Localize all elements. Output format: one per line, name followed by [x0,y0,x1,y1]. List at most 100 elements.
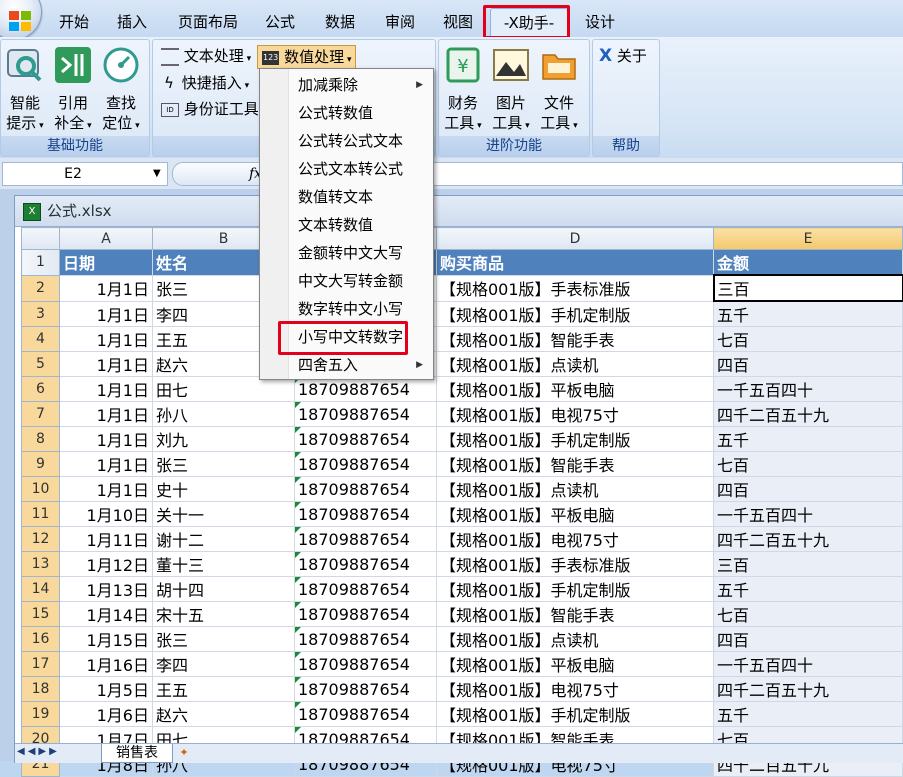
row-header[interactable]: 2 [21,274,60,302]
cell-a[interactable]: 1月1日 [59,426,153,452]
cell-a[interactable]: 1月1日 [59,274,153,302]
name-box[interactable]: E2 ▼ [2,162,168,186]
cell-b[interactable]: 关十一 [152,501,295,527]
cell-d[interactable]: 【规格001版】平板电脑 [436,651,714,677]
tab-insert[interactable]: 插入 [110,8,154,36]
cell-c[interactable]: 18709887654 [294,676,437,702]
row-header[interactable]: 5 [21,351,60,377]
header-cell-a[interactable]: 日期 [59,249,153,276]
menu-item-text-to-formula[interactable]: 公式文本转公式 [298,156,403,182]
cell-a[interactable]: 1月14日 [59,601,153,627]
cell-e[interactable]: 四百 [713,476,903,502]
quick-insert-button[interactable]: ϟ 快捷插入 ▾ [161,72,249,94]
cell-d[interactable]: 【规格001版】智能手表 [436,326,714,352]
column-header-e[interactable]: E [713,227,903,250]
cell-c[interactable]: 18709887654 [294,701,437,727]
cell-c[interactable]: 18709887654 [294,526,437,552]
cell-c[interactable]: 18709887654 [294,426,437,452]
cell-e[interactable]: 五千 [713,576,903,602]
cell-d[interactable]: 【规格001版】手表标准版 [436,274,714,302]
cell-d[interactable]: 【规格001版】手机定制版 [436,701,714,727]
menu-item-chinese-upper-to-amount[interactable]: 中文大写转金额 [298,268,403,294]
cell-a[interactable]: 1月10日 [59,501,153,527]
find-locate-button[interactable]: 查找 定位 ▾ [99,46,143,136]
row-header[interactable]: 6 [21,376,60,402]
tab-design[interactable]: 设计 [578,8,622,36]
row-header[interactable]: 1 [21,249,60,276]
menu-item-rounding[interactable]: 四舍五入 [298,352,358,378]
cell-a[interactable]: 1月5日 [59,676,153,702]
cell-e[interactable]: 四千二百五十九 [713,401,903,427]
cell-a[interactable]: 1月1日 [59,401,153,427]
about-button[interactable]: X 关于 [599,45,647,67]
row-header[interactable]: 15 [21,601,60,627]
cell-e[interactable]: 五千 [713,701,903,727]
row-header[interactable]: 19 [21,701,60,727]
cell-b[interactable]: 谢十二 [152,526,295,552]
cell-e[interactable]: 四千二百五十九 [713,526,903,552]
cell-a[interactable]: 1月1日 [59,451,153,477]
cell-d[interactable]: 【规格001版】智能手表 [436,601,714,627]
cell-a[interactable]: 1月15日 [59,626,153,652]
row-header[interactable]: 18 [21,676,60,702]
cell-e[interactable]: 一千五百四十 [713,651,903,677]
row-header[interactable]: 12 [21,526,60,552]
tab-formulas[interactable]: 公式 [258,8,302,36]
cell-b[interactable]: 张三 [152,451,295,477]
menu-item-amount-to-chinese-upper[interactable]: 金额转中文大写 [298,240,403,266]
row-header[interactable]: 7 [21,401,60,427]
cell-c[interactable]: 18709887654 [294,476,437,502]
menu-item-text-to-number[interactable]: 文本转数值 [298,212,373,238]
cell-e[interactable]: 四百 [713,626,903,652]
text-processing-button[interactable]: 文本处理 ▾ [161,45,251,67]
value-processing-button[interactable]: 123 数值处理 ▾ [257,45,357,69]
cell-e[interactable]: 五千 [713,426,903,452]
row-header[interactable]: 4 [21,326,60,352]
cell-b[interactable]: 田七 [152,376,295,402]
sheet-tab-sales[interactable]: 销售表 [101,744,173,763]
cell-a[interactable]: 1月1日 [59,300,153,327]
cell-b[interactable]: 王五 [152,676,295,702]
row-header[interactable]: 16 [21,626,60,652]
row-header[interactable]: 8 [21,426,60,452]
cell-b[interactable]: 宋十五 [152,601,295,627]
cell-d[interactable]: 【规格001版】电视75寸 [436,676,714,702]
cell-e[interactable]: 三百 [712,274,903,302]
cell-b[interactable]: 赵六 [152,701,295,727]
column-header-a[interactable]: A [59,227,153,250]
chevron-down-icon[interactable]: ▼ [153,163,161,185]
column-header-d[interactable]: D [436,227,714,250]
cell-a[interactable]: 1月1日 [59,351,153,377]
file-tool-button[interactable]: 文件 工具 ▾ [537,46,581,136]
cell-e[interactable]: 一千五百四十 [713,376,903,402]
cell-b[interactable]: 胡十四 [152,576,295,602]
header-cell-e[interactable]: 金额 [713,249,903,276]
tab-data[interactable]: 数据 [318,8,362,36]
cell-d[interactable]: 【规格001版】手表标准版 [436,551,714,577]
cell-c[interactable]: 18709887654 [294,451,437,477]
cell-a[interactable]: 1月16日 [59,651,153,677]
cell-c[interactable]: 18709887654 [294,401,437,427]
cell-d[interactable]: 【规格001版】智能手表 [436,451,714,477]
row-header[interactable]: 11 [21,501,60,527]
cell-a[interactable]: 1月6日 [59,701,153,727]
menu-item-arithmetic[interactable]: 加减乘除 [298,72,358,98]
row-header[interactable]: 14 [21,576,60,602]
tab-review[interactable]: 审阅 [378,8,422,36]
cell-e[interactable]: 五千 [713,300,903,327]
cell-c[interactable]: 18709887654 [294,601,437,627]
cell-c[interactable]: 18709887654 [294,576,437,602]
new-sheet-icon[interactable]: ✦ [175,746,193,760]
cell-a[interactable]: 1月1日 [59,376,153,402]
menu-item-number-to-text[interactable]: 数值转文本 [298,184,373,210]
cell-b[interactable]: 孙八 [152,401,295,427]
sheet-nav-arrows-icon[interactable]: ◀◀▶▶ [17,746,60,757]
menu-item-formula-to-value[interactable]: 公式转数值 [298,100,373,126]
cell-c[interactable]: 18709887654 [294,501,437,527]
id-tool-button[interactable]: ID 身份证工具 [161,98,259,120]
cell-c[interactable]: 18709887654 [294,551,437,577]
cell-b[interactable]: 张三 [152,626,295,652]
header-cell-d[interactable]: 购买商品 [436,249,714,276]
cell-e[interactable]: 七百 [713,451,903,477]
cell-e[interactable]: 四千二百五十九 [713,676,903,702]
